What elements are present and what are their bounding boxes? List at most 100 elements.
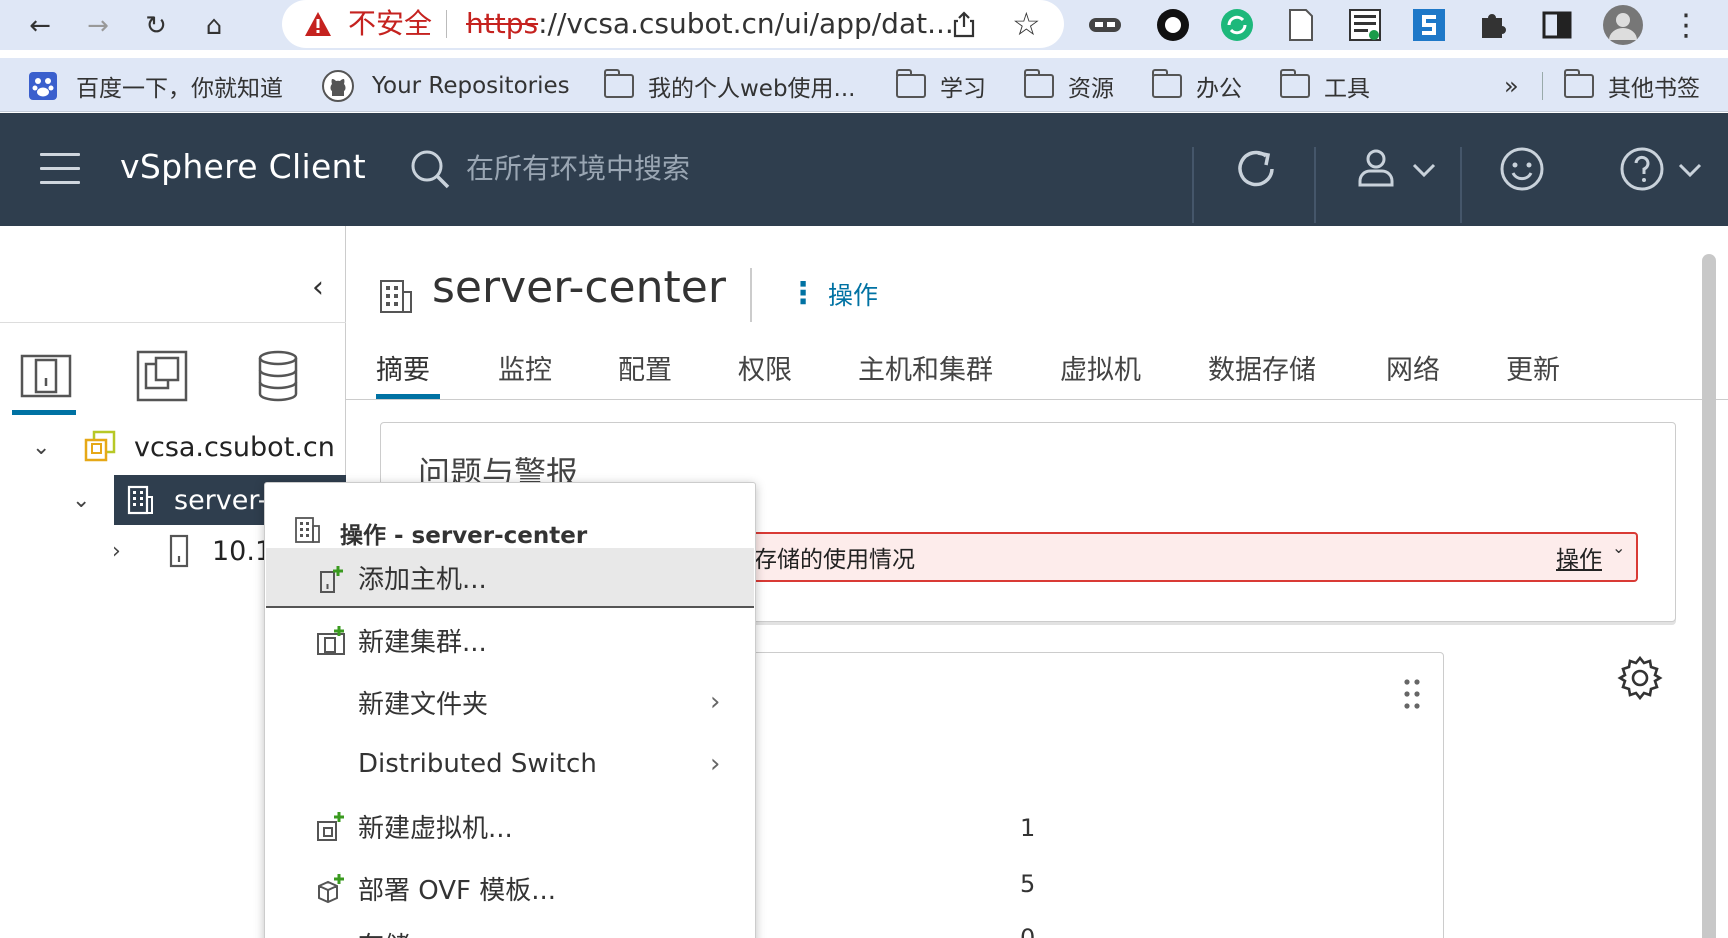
bookmark-github[interactable]: Your Repositories bbox=[322, 68, 570, 104]
chevron-right-icon: › bbox=[710, 749, 721, 779]
header-divider bbox=[1460, 147, 1462, 223]
bookmark-folder-other[interactable]: 其他书签 bbox=[1563, 68, 1700, 104]
bookmark-folder-office[interactable]: 办公 bbox=[1151, 68, 1242, 104]
tab-hosts-clusters[interactable]: 主机和集群 bbox=[858, 348, 993, 387]
github-icon bbox=[322, 70, 354, 102]
menu-item-distributed-switch[interactable]: Distributed Switch › bbox=[266, 734, 754, 794]
tab-monitor[interactable]: 监控 bbox=[498, 348, 552, 387]
bookmark-star-icon[interactable]: ☆ bbox=[1012, 4, 1041, 44]
extension-spy-icon[interactable] bbox=[1086, 6, 1124, 44]
hosts-clusters-tab-icon[interactable] bbox=[18, 348, 74, 404]
app-header: vSphere Client bbox=[0, 113, 1728, 226]
address-bar[interactable]: 不安全 https://vcsa.csubot.cn/ui/app/dat...… bbox=[282, 0, 1064, 48]
chevron-down-icon[interactable]: ⌄ bbox=[1612, 538, 1625, 557]
bookmark-folder-personal-web[interactable]: 我的个人web使用... bbox=[603, 68, 856, 104]
menu-item-label: 存储 bbox=[358, 926, 410, 938]
navigator-divider bbox=[0, 322, 346, 323]
stat-value: 5 bbox=[1020, 870, 1036, 898]
new-cluster-icon bbox=[317, 626, 345, 655]
side-panel-icon[interactable] bbox=[1538, 6, 1576, 44]
menu-item-label: 新建集群... bbox=[358, 627, 487, 658]
datacenter-icon bbox=[127, 485, 153, 515]
chevron-down-icon[interactable]: ⌄ bbox=[72, 488, 90, 513]
tab-vms[interactable]: 虚拟机 bbox=[1060, 348, 1141, 387]
bookmark-folder-tools[interactable]: 工具 bbox=[1279, 68, 1370, 104]
extension-s-icon[interactable] bbox=[1410, 6, 1448, 44]
menu-item-deploy-ovf[interactable]: 部署 OVF 模板... bbox=[266, 858, 754, 918]
omnibox-divider bbox=[446, 10, 447, 38]
bookmark-baidu[interactable]: 百度一下，你就知道 bbox=[28, 68, 283, 104]
forward-icon[interactable]: → bbox=[78, 6, 118, 46]
tab-datastores[interactable]: 数据存储 bbox=[1208, 348, 1316, 387]
active-tab-underline bbox=[376, 394, 440, 399]
page-title: server-center bbox=[432, 262, 726, 313]
menu-item-label: 添加主机... bbox=[358, 564, 487, 595]
menu-item-new-folder[interactable]: 新建文件夹 › bbox=[266, 672, 754, 732]
browser-menu-icon[interactable]: ⋮ bbox=[1666, 6, 1706, 46]
title-divider bbox=[750, 268, 752, 322]
bookmark-label: 其他书签 bbox=[1608, 76, 1700, 102]
tab-networks[interactable]: 网络 bbox=[1386, 348, 1440, 387]
bookmark-folder-study[interactable]: 学习 bbox=[895, 68, 986, 104]
global-search-input[interactable] bbox=[466, 145, 1026, 191]
folder-icon bbox=[1279, 69, 1310, 98]
help-icon[interactable] bbox=[1616, 143, 1668, 195]
url-scheme: https bbox=[466, 7, 539, 40]
gear-icon[interactable] bbox=[1616, 654, 1664, 702]
menu-item-storage[interactable]: 存储 bbox=[266, 920, 754, 938]
menu-item-new-cluster[interactable]: 新建集群... bbox=[266, 610, 754, 670]
add-host-icon bbox=[320, 566, 343, 593]
share-icon[interactable] bbox=[950, 10, 978, 38]
datacenter-icon bbox=[380, 280, 412, 313]
url-text[interactable]: https://vcsa.csubot.cn/ui/app/dat... bbox=[466, 6, 954, 42]
collapse-navigator-chevron-left-icon[interactable]: ‹ bbox=[312, 270, 324, 305]
profile-avatar[interactable] bbox=[1602, 4, 1644, 46]
extension-sync-icon[interactable] bbox=[1218, 6, 1256, 44]
vertical-ellipsis-icon: ⋮ bbox=[788, 276, 818, 311]
alert-actions-link[interactable]: 操作 bbox=[1556, 540, 1602, 574]
drag-handle-icon[interactable] bbox=[1400, 676, 1424, 712]
app-title[interactable]: vSphere Client bbox=[120, 147, 366, 186]
chevron-right-icon: › bbox=[710, 687, 721, 717]
menu-item-add-host[interactable]: 添加主机... bbox=[266, 548, 754, 608]
tab-updates[interactable]: 更新 bbox=[1506, 348, 1560, 387]
folder-icon bbox=[1563, 69, 1594, 98]
url-rest: ://vcsa.csubot.cn/ui/app/dat... bbox=[538, 7, 954, 40]
menu-item-new-vm[interactable]: 新建虚拟机... bbox=[266, 796, 754, 856]
actions-menu-button[interactable]: ⋮ 操作 bbox=[788, 276, 878, 312]
help-menu-chevron-down-icon[interactable] bbox=[1676, 143, 1704, 195]
deploy-ovf-icon bbox=[318, 874, 344, 904]
tree-node-vcenter[interactable]: ⌄ vcsa.csubot.cn bbox=[0, 422, 346, 472]
hamburger-menu-icon[interactable] bbox=[40, 153, 80, 187]
chevron-down-icon[interactable]: ⌄ bbox=[32, 435, 50, 460]
menu-item-label: Distributed Switch bbox=[358, 749, 597, 779]
user-icon[interactable] bbox=[1352, 143, 1404, 195]
extensions-puzzle-icon[interactable] bbox=[1474, 6, 1512, 44]
stat-value: 0 bbox=[1020, 924, 1036, 938]
extension-binary-icon[interactable] bbox=[1346, 6, 1384, 44]
scrollbar[interactable] bbox=[1702, 254, 1716, 938]
reload-icon[interactable]: ↻ bbox=[136, 6, 176, 46]
bookmarks-overflow-button[interactable]: » bbox=[1504, 68, 1519, 104]
tree-node-label: vcsa.csubot.cn bbox=[134, 431, 335, 463]
context-menu-header: 操作 - server-center bbox=[340, 523, 588, 549]
feedback-smiley-icon[interactable] bbox=[1496, 143, 1548, 195]
tab-configure[interactable]: 配置 bbox=[618, 348, 672, 387]
back-icon[interactable]: ← bbox=[20, 6, 60, 46]
storage-tab-icon[interactable] bbox=[250, 348, 306, 404]
stat-value: 1 bbox=[1020, 814, 1036, 842]
home-icon[interactable]: ⌂ bbox=[194, 6, 234, 46]
search-icon bbox=[411, 150, 450, 189]
security-label[interactable]: 不安全 bbox=[348, 6, 432, 42]
extension-document-icon[interactable] bbox=[1282, 6, 1320, 44]
tab-permissions[interactable]: 权限 bbox=[738, 348, 792, 387]
bookmark-label: 百度一下，你就知道 bbox=[76, 76, 283, 102]
bookmark-label: 我的个人web使用... bbox=[648, 76, 856, 102]
extension-circle-icon[interactable] bbox=[1154, 6, 1192, 44]
tab-summary[interactable]: 摘要 bbox=[376, 348, 430, 387]
user-menu-chevron-down-icon[interactable] bbox=[1410, 143, 1438, 195]
bookmark-folder-resources[interactable]: 资源 bbox=[1023, 68, 1114, 104]
chevron-right-icon[interactable]: › bbox=[112, 539, 121, 564]
refresh-icon[interactable] bbox=[1230, 143, 1282, 195]
vms-templates-tab-icon[interactable] bbox=[134, 348, 190, 404]
